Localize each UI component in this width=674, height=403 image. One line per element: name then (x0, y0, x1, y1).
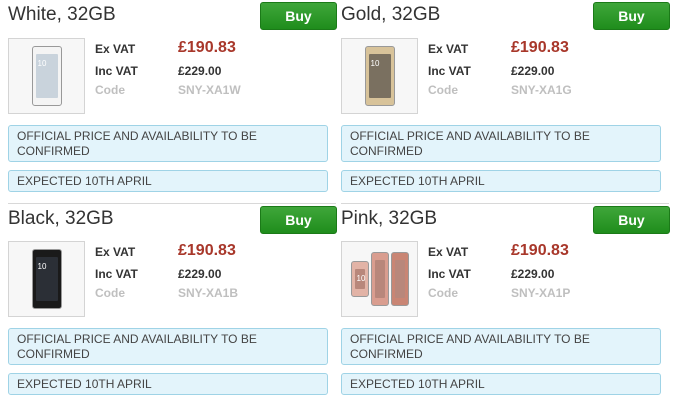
ex-vat-price: £190.83 (511, 39, 569, 56)
phone-illustration: 10 (364, 46, 395, 106)
expected-date-notice: EXPECTED 10TH APRIL (8, 170, 328, 192)
code-row: Code SNY-XA1B (95, 286, 335, 304)
product-image[interactable]: 10 (8, 241, 85, 317)
inc-vat-price: £229.00 (511, 64, 555, 78)
inc-vat-label: Inc VAT (95, 64, 138, 78)
ex-vat-label: Ex VAT (95, 42, 136, 56)
phone-screen (394, 260, 405, 298)
phone-illustration: 10 (31, 249, 62, 309)
phone-illustration: 10 (31, 46, 62, 106)
ex-vat-price: £190.83 (178, 39, 236, 56)
ex-vat-price: £190.83 (178, 242, 236, 259)
ex-vat-label: Ex VAT (428, 245, 469, 259)
inc-vat-row: Inc VAT £229.00 (95, 267, 335, 285)
product-image[interactable]: 10 (341, 38, 418, 114)
ex-vat-row: Ex VAT £190.83 (95, 242, 335, 263)
card-header: Pink, 32GB Buy (341, 203, 670, 235)
code-label: Code (95, 286, 125, 300)
official-price-notice: OFFICIAL PRICE AND AVAILABILITY TO BE CO… (341, 125, 661, 162)
product-title: White, 32GB (8, 4, 116, 25)
official-price-notice: OFFICIAL PRICE AND AVAILABILITY TO BE CO… (341, 328, 661, 365)
phone-clock: 10 (370, 59, 380, 68)
ex-vat-price: £190.83 (511, 242, 569, 259)
buy-button[interactable]: Buy (260, 206, 337, 234)
expected-date-notice: EXPECTED 10TH APRIL (8, 373, 328, 395)
official-price-notice: OFFICIAL PRICE AND AVAILABILITY TO BE CO… (8, 328, 328, 365)
product-code: SNY-XA1P (511, 286, 571, 300)
card-header: Gold, 32GB Buy (341, 0, 670, 32)
code-row: Code SNY-XA1P (428, 286, 668, 304)
product-code: SNY-XA1B (178, 286, 239, 300)
ex-vat-row: Ex VAT £190.83 (428, 242, 668, 263)
phone-clock: 10 (37, 262, 47, 271)
inc-vat-price: £229.00 (178, 267, 222, 281)
phone-clock: 10 (356, 274, 366, 283)
buy-button[interactable]: Buy (593, 2, 670, 30)
product-title: Black, 32GB (8, 208, 114, 229)
official-price-notice: OFFICIAL PRICE AND AVAILABILITY TO BE CO… (8, 125, 328, 162)
expected-date-notice: EXPECTED 10TH APRIL (341, 170, 661, 192)
code-label: Code (428, 286, 458, 300)
product-code: SNY-XA1W (178, 83, 241, 97)
product-code: SNY-XA1G (511, 83, 572, 97)
product-image[interactable]: 10 (8, 38, 85, 114)
code-label: Code (95, 83, 125, 97)
phone-illustration: 10 (350, 261, 369, 297)
inc-vat-row: Inc VAT £229.00 (428, 267, 668, 285)
ex-vat-label: Ex VAT (95, 245, 136, 259)
product-title: Pink, 32GB (341, 208, 438, 229)
phone-illustration (370, 252, 389, 306)
phone-clock: 10 (37, 59, 47, 68)
expected-date-notice: EXPECTED 10TH APRIL (341, 373, 661, 395)
ex-vat-label: Ex VAT (428, 42, 469, 56)
product-image[interactable]: 10 (341, 241, 418, 317)
card-header: Black, 32GB Buy (8, 203, 337, 235)
inc-vat-row: Inc VAT £229.00 (428, 64, 668, 82)
phone-screen (374, 260, 385, 298)
inc-vat-row: Inc VAT £229.00 (95, 64, 335, 82)
inc-vat-price: £229.00 (511, 267, 555, 281)
code-row: Code SNY-XA1G (428, 83, 668, 101)
inc-vat-price: £229.00 (178, 64, 222, 78)
card-header: White, 32GB Buy (8, 0, 337, 32)
inc-vat-label: Inc VAT (428, 64, 471, 78)
inc-vat-label: Inc VAT (428, 267, 471, 281)
buy-button[interactable]: Buy (593, 206, 670, 234)
phone-illustration (390, 252, 409, 306)
code-row: Code SNY-XA1W (95, 83, 335, 101)
ex-vat-row: Ex VAT £190.83 (95, 39, 335, 60)
product-title: Gold, 32GB (341, 4, 441, 25)
code-label: Code (428, 83, 458, 97)
ex-vat-row: Ex VAT £190.83 (428, 39, 668, 60)
buy-button[interactable]: Buy (260, 2, 337, 30)
inc-vat-label: Inc VAT (95, 267, 138, 281)
